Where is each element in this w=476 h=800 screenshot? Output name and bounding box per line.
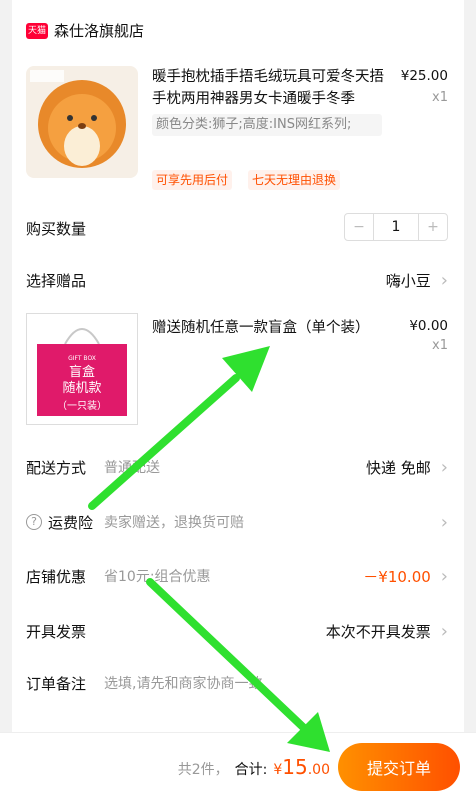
gift-box-line4: （一只装） <box>57 399 107 412</box>
insurance-label-wrap: ? 运费险 <box>26 512 104 533</box>
insurance-label: 运费险 <box>48 513 94 532</box>
shipping-value: 快递 免邮 <box>366 458 431 477</box>
tmall-badge: 天猫 <box>26 22 48 39</box>
return-policy-tag: 七天无理由退换 <box>248 170 341 190</box>
chevron-right-icon: › <box>440 620 448 642</box>
chevron-right-icon: › <box>440 511 448 533</box>
gift-qty: x1 <box>432 338 448 353</box>
product-title[interactable]: 暖手抱枕插手捂毛绒玩具可爱冬天捂手枕两用神器男女卡通暖手冬季 <box>152 66 397 110</box>
total-cents: .00 <box>307 762 330 778</box>
minus-button[interactable]: − <box>345 214 373 240</box>
chevron-right-icon: › <box>440 269 448 291</box>
chevron-right-icon: › <box>440 456 448 478</box>
item-count: 共2件， <box>177 762 229 778</box>
order-total: 共2件， 合计: ¥15.00 <box>178 755 330 779</box>
chevron-right-icon: › <box>440 565 448 587</box>
gift-select-label: 选择赠品 <box>26 271 87 290</box>
quantity-stepper[interactable]: − 1 + <box>344 213 448 241</box>
gift-box-icon: GIFT BOX 盲盒 随机款 （一只装） <box>37 328 127 416</box>
bottom-bar: 共2件， 合计: ¥15.00 提交订单 <box>0 732 476 800</box>
note-row[interactable]: 订单备注 选填,请先和商家协商一致 <box>26 668 448 698</box>
submit-order-button[interactable]: 提交订单 <box>338 743 460 791</box>
gift-price: ¥0.00 <box>409 318 448 334</box>
lion-pillow-icon <box>30 70 126 168</box>
quantity-value[interactable]: 1 <box>373 214 419 240</box>
plus-button[interactable]: + <box>419 214 447 240</box>
insurance-sub: 卖家赠送，退换货可赔 <box>104 515 244 531</box>
invoice-label: 开具发票 <box>26 622 87 641</box>
product-qty: x1 <box>432 90 448 105</box>
invoice-row[interactable]: 开具发票 本次不开具发票 › <box>26 616 448 646</box>
store-header[interactable]: 天猫 森仕洛旗舰店 <box>26 20 144 41</box>
store-name[interactable]: 森仕洛旗舰店 <box>54 20 144 41</box>
shipping-label: 配送方式 <box>26 458 87 477</box>
discount-sub: 省10元:组合优惠 <box>104 569 211 585</box>
gift-box-line2: 盲盒 <box>69 364 95 380</box>
gift-box-brand: GIFT BOX <box>68 355 96 362</box>
total-currency: ¥ <box>273 762 283 778</box>
discount-value: －¥10.00 <box>363 567 431 586</box>
gift-select-value: 嗨小豆 <box>385 271 431 290</box>
note-input[interactable]: 选填,请先和商家协商一致 <box>104 673 448 693</box>
shipping-sub: 普通配送 <box>104 460 160 476</box>
order-card: 天猫 森仕洛旗舰店 暖手抱枕插手捂毛绒玩具可爱冬天捂手枕两用神器男女卡通暖手冬季… <box>12 0 464 760</box>
invoice-value: 本次不开具发票 <box>325 622 431 641</box>
note-label: 订单备注 <box>26 674 87 693</box>
insurance-row[interactable]: ? 运费险 卖家赠送，退换货可赔 › <box>26 507 448 537</box>
product-image[interactable] <box>26 66 138 178</box>
product-spec[interactable]: 颜色分类:狮子;高度:INS网红系列; <box>152 114 382 136</box>
discount-row[interactable]: 店铺优惠 省10元:组合优惠 －¥10.00 › <box>26 561 448 591</box>
gift-image[interactable]: GIFT BOX 盲盒 随机款 （一只装） <box>26 313 138 425</box>
total-label: 合计: <box>234 762 268 778</box>
total-amount: ¥15.00 <box>273 755 330 779</box>
product-price: ¥25.00 <box>400 68 448 84</box>
gift-box-line3: 随机款 <box>62 381 101 396</box>
total-integer: 15 <box>282 755 308 779</box>
shipping-row[interactable]: 配送方式 普通配送 快递 免邮 › <box>26 452 448 482</box>
discount-label: 店铺优惠 <box>26 567 87 586</box>
quantity-label: 购买数量 <box>26 219 87 238</box>
help-icon[interactable]: ? <box>26 514 42 530</box>
pay-later-tag: 可享先用后付 <box>152 170 233 190</box>
gift-select-row[interactable]: 选择赠品 嗨小豆 › <box>26 265 448 295</box>
gift-title[interactable]: 赠送随机任意一款盲盒（单个装） <box>152 316 370 337</box>
